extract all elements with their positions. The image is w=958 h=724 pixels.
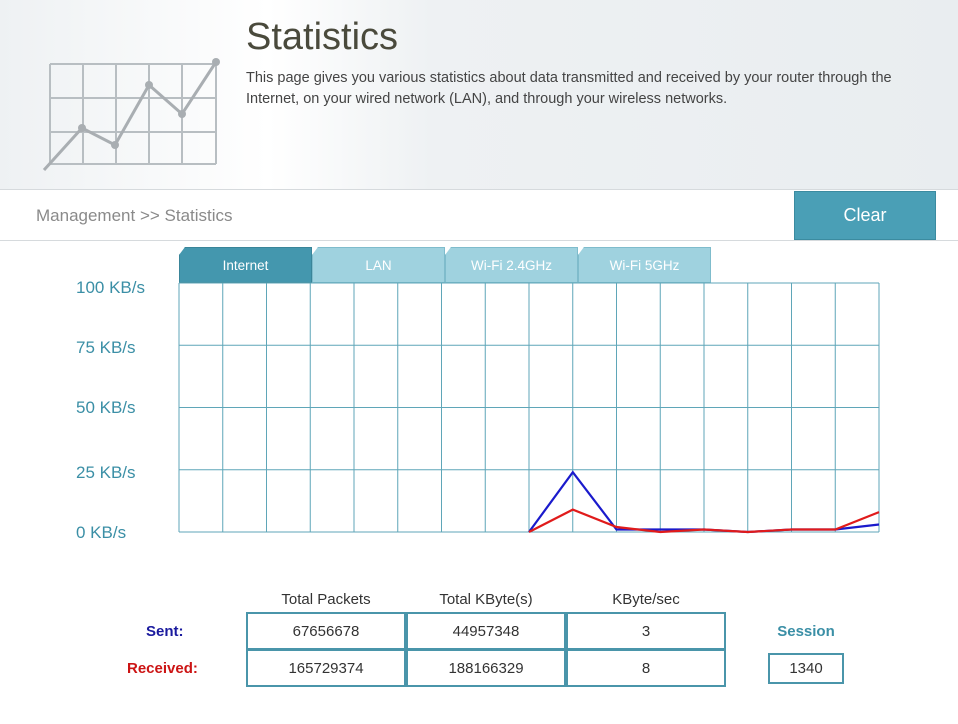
received-total-packets: 165729374 bbox=[246, 649, 406, 687]
tab-internet[interactable]: Internet bbox=[179, 247, 312, 283]
series-line-sent bbox=[528, 470, 880, 534]
breadcrumb: Management >> Statistics bbox=[36, 206, 233, 225]
y-tick-label: 75 KB/s bbox=[76, 338, 136, 357]
chart-grid bbox=[178, 282, 880, 533]
statistics-graph-icon bbox=[42, 58, 220, 172]
session-value: 1340 bbox=[768, 653, 844, 684]
y-tick-label: 100 KB/s bbox=[76, 278, 145, 297]
page-header: Statistics This page gives you various s… bbox=[0, 0, 958, 190]
y-tick-label: 25 KB/s bbox=[76, 463, 136, 482]
col-header-kbyte-sec: KByte/sec bbox=[612, 591, 680, 608]
page-title: Statistics bbox=[246, 16, 399, 58]
clear-button[interactable]: Clear bbox=[794, 191, 936, 240]
sent-label: Sent: bbox=[146, 623, 184, 640]
received-label: Received: bbox=[127, 660, 198, 677]
col-header-total-kbytes: Total KByte(s) bbox=[439, 591, 533, 608]
received-kbyte-sec: 8 bbox=[566, 649, 726, 687]
breadcrumb-bar: Management >> Statistics Clear bbox=[0, 191, 958, 241]
received-total-kbytes: 188166329 bbox=[406, 649, 566, 687]
tab-wifi-5ghz[interactable]: Wi-Fi 5GHz bbox=[578, 247, 711, 283]
session-label: Session bbox=[777, 623, 835, 640]
sent-total-packets: 67656678 bbox=[246, 612, 406, 650]
y-tick-label: 50 KB/s bbox=[76, 398, 136, 417]
chart-lines bbox=[528, 470, 880, 534]
sent-total-kbytes: 44957348 bbox=[406, 612, 566, 650]
y-tick-label: 0 KB/s bbox=[76, 523, 127, 542]
tab-lan[interactable]: LAN bbox=[312, 247, 445, 283]
series-line-received bbox=[528, 508, 880, 534]
tab-wifi-24ghz[interactable]: Wi-Fi 2.4GHz bbox=[445, 247, 578, 283]
sent-kbyte-sec: 3 bbox=[566, 612, 726, 650]
page-description: This page gives you various statistics a… bbox=[246, 70, 892, 107]
col-header-total-packets: Total Packets bbox=[281, 591, 371, 608]
